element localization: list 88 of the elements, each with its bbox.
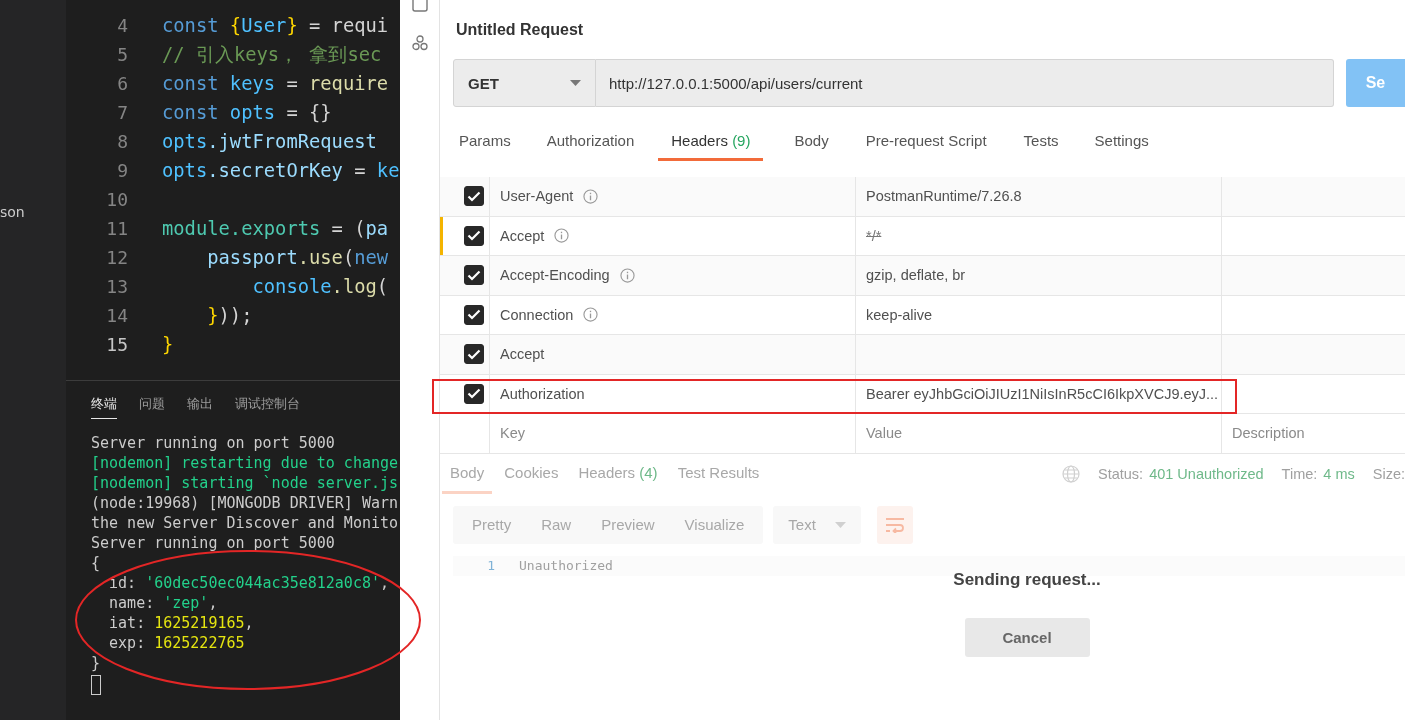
checkbox[interactable] <box>464 304 484 325</box>
response-body-line: Unauthorized <box>519 558 613 573</box>
panel-tab[interactable]: 终端 <box>91 393 117 419</box>
checkbox[interactable] <box>464 225 484 246</box>
code-line: const keys = require <box>162 73 389 94</box>
terminal-line: Server running on port 5000 <box>91 533 335 553</box>
request-title: Untitled Request <box>456 21 584 39</box>
header-value: keep-alive <box>866 306 933 323</box>
code-line: passport.use(new <box>206 247 389 268</box>
method-dropdown[interactable]: GET <box>453 59 596 107</box>
code-line: console.log( <box>251 276 389 297</box>
line-number: 9 <box>116 160 128 181</box>
line-number: 6 <box>116 73 128 94</box>
header-value: PostmanRuntime/7.26.8 <box>866 188 1022 205</box>
terminal-line: [nodemon] starting `node server.js <box>91 473 399 493</box>
header-key: Authorization <box>500 385 585 402</box>
header-value: gzip, deflate, br <box>866 267 966 284</box>
terminal-line: [nodemon] restarting due to change <box>91 453 399 473</box>
line-number: 13 <box>105 276 128 297</box>
checkbox[interactable] <box>464 344 484 365</box>
line-number: 11 <box>105 218 128 239</box>
info-icon <box>619 267 635 283</box>
cancel-button[interactable]: Cancel <box>964 617 1090 657</box>
line-number: 10 <box>105 189 128 210</box>
header-key: Accept-Encoding <box>500 267 610 284</box>
code-line: const opts = {} <box>162 102 332 123</box>
status-value: 401 Unauthorized <box>1149 465 1264 482</box>
code-line: opts.secretOrKey = ke <box>162 160 400 181</box>
url-field[interactable]: http://127.0.0.1:5000/api/users/current <box>596 59 1334 107</box>
panel-tab[interactable]: 调试控制台 <box>235 393 300 419</box>
line-number: 4 <box>116 15 128 36</box>
info-icon <box>583 188 599 204</box>
request-tab[interactable]: Authorization <box>533 123 648 161</box>
line-number: 15 <box>105 334 128 355</box>
line-number: 14 <box>105 305 128 326</box>
header-value: Bearer eyJhbGciOiJIUzI1NiIsInR5cCI6IkpXVCJ9.eyJ... <box>866 385 1219 402</box>
terminal-line: (node:19968) [MONGODB DRIVER] Warn <box>91 493 399 513</box>
caret-icon <box>570 80 581 86</box>
request-tab[interactable]: Body <box>781 123 842 161</box>
info-icon <box>583 307 599 323</box>
terminal-line: id: '60dec50ec044ac35e812a0c8', <box>108 573 390 593</box>
description-field[interactable]: Description <box>1222 414 1405 453</box>
header-value: */* <box>866 227 882 244</box>
checkbox[interactable] <box>464 265 484 286</box>
line-number: 8 <box>116 131 128 152</box>
request-tab[interactable]: Pre-request Script <box>852 123 1000 161</box>
code-line: })); <box>206 305 253 326</box>
code-line: // 引入keys， 拿到sec <box>162 42 382 67</box>
code-line: opts.jwtFromRequest <box>162 131 377 152</box>
circles-icon[interactable] <box>410 34 429 52</box>
checkbox[interactable] <box>464 186 484 207</box>
line-number: 12 <box>105 247 128 268</box>
terminal-line: the new Server Discover and Monito <box>91 513 399 533</box>
header-key: Connection <box>500 306 574 323</box>
time-value: 4 ms <box>1323 465 1355 482</box>
code-line: const {User} = requi <box>162 15 389 36</box>
terminal-line: name: 'zep', <box>108 593 218 613</box>
panel-tab[interactable]: 问题 <box>139 393 165 419</box>
line-number: 7 <box>116 102 128 123</box>
terminal-line: } <box>91 653 101 673</box>
info-icon <box>554 228 570 244</box>
terminal-line: { <box>91 553 101 573</box>
explorer-item[interactable]: son <box>0 204 25 220</box>
request-tab[interactable]: Params <box>446 123 524 161</box>
header-key: Accept <box>500 227 545 244</box>
panel-tab[interactable]: 输出 <box>187 393 213 419</box>
terminal-line: exp: 1625222765 <box>108 633 245 653</box>
time-label: Time: <box>1281 465 1318 482</box>
line-number: 5 <box>116 44 128 65</box>
header-key: User-Agent <box>500 188 574 205</box>
key-field[interactable]: Key <box>490 414 856 453</box>
checkbox[interactable] <box>464 383 484 404</box>
code-line: } <box>162 334 174 355</box>
loading-message: Sending request... <box>953 569 1101 590</box>
terminal-line: Server running on port 5000 <box>91 433 335 453</box>
line-number: 1 <box>486 558 495 573</box>
code-line: module.exports = (pa <box>162 218 389 239</box>
size-label: Size: <box>1372 465 1405 482</box>
request-tab[interactable]: Settings <box>1081 123 1162 161</box>
value-field[interactable]: Value <box>856 414 1222 453</box>
request-tab[interactable]: Tests <box>1010 123 1072 161</box>
status-label: Status: <box>1098 465 1144 482</box>
request-tab[interactable]: Headers (9) <box>658 123 764 161</box>
caret-icon <box>835 521 847 528</box>
header-key: Accept <box>500 346 545 363</box>
wrap-icon <box>885 516 906 533</box>
terminal-line: iat: 1625219165, <box>108 613 254 633</box>
terminal-cursor <box>91 675 101 695</box>
